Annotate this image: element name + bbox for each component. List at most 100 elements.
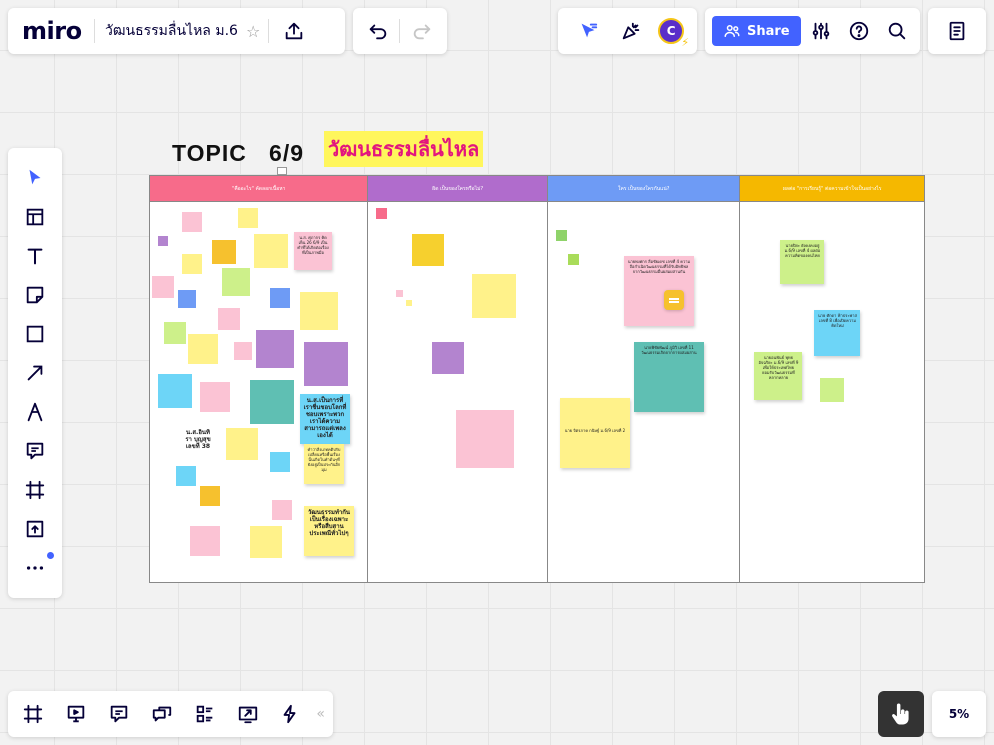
sticky-note[interactable] — [190, 526, 220, 556]
select-icon[interactable] — [18, 161, 52, 195]
sticky-note[interactable]: นายอนพันธ์ พุทธอัจฉริยะ ม.6/9 เลขที่ 9 เ… — [754, 352, 803, 400]
search-icon[interactable] — [880, 14, 914, 48]
frame-icon[interactable] — [18, 473, 52, 507]
text-icon[interactable] — [18, 239, 52, 273]
sticky-note[interactable] — [238, 208, 258, 228]
sticky-note[interactable] — [472, 274, 517, 318]
sticky-note[interactable] — [158, 236, 168, 246]
sticky-note[interactable] — [200, 382, 230, 412]
column-3: ใคร เป็นของใครกันแน่? นายพงศกร ลือชัยเดช… — [547, 176, 741, 582]
undo-icon[interactable] — [361, 14, 395, 48]
collapse-icon[interactable]: « — [316, 706, 325, 722]
sticky-note[interactable] — [222, 268, 250, 296]
topic-title[interactable]: TOPIC 6/9 — [172, 140, 304, 167]
templates-icon[interactable] — [18, 200, 52, 234]
sticky-note[interactable]: คำว่าสิ่งเภทคติปรับเปลี่ยนหรือพื้นเรื่อง… — [304, 444, 344, 484]
board-header-panel: miro วัฒนธรรมลื่นไหล ม.6 ☆ — [8, 8, 345, 54]
sticky-note[interactable]: นายพิชัยพัฒน์ ภูมิวิ เลขที่ 11 วัฒนธรรมเ… — [633, 342, 704, 412]
sticky-note[interactable] — [270, 452, 290, 472]
miro-logo[interactable]: miro — [22, 17, 94, 45]
column-2: ผิด เป็นของใครหรือไม่? — [368, 176, 548, 582]
sticky-note[interactable] — [234, 342, 252, 360]
cards-icon[interactable] — [188, 697, 222, 731]
column-header[interactable]: ใคร เป็นของใครกันแน่? — [547, 176, 740, 202]
user-avatar[interactable]: C ⚡ — [658, 18, 689, 49]
arrow-icon[interactable] — [18, 356, 52, 390]
sticky-note[interactable] — [432, 342, 465, 374]
notification-dot — [47, 552, 54, 559]
sticky-note[interactable] — [152, 276, 174, 298]
topic-number: 6/9 — [269, 140, 305, 166]
upload-icon[interactable] — [18, 512, 52, 546]
sticky-note[interactable] — [456, 410, 515, 468]
sticky-note[interactable] — [218, 308, 240, 330]
sticky-note[interactable] — [182, 212, 202, 232]
celebrate-icon[interactable] — [614, 14, 648, 48]
comment-icon[interactable] — [663, 290, 684, 310]
sticky-note[interactable] — [567, 254, 579, 265]
sticky-note[interactable] — [412, 234, 445, 266]
present-hand-button[interactable] — [878, 691, 924, 737]
comment-icon[interactable] — [18, 434, 52, 468]
column-header[interactable]: ผลต่อ "การเรียนรู้" ต่อความเข้าใจเป็นอย่… — [740, 176, 924, 202]
sticky-note[interactable] — [212, 240, 236, 264]
sticky-note-icon[interactable] — [18, 278, 52, 312]
sticky-note[interactable] — [188, 334, 218, 364]
sticky-note[interactable] — [272, 500, 292, 520]
sticky-note[interactable] — [820, 378, 845, 402]
sticky-note[interactable]: วัฒนธรรมทำกันเป็นเรื่องเฉพาะหรือสืบสานปร… — [304, 506, 354, 556]
sticky-note[interactable] — [270, 288, 290, 308]
pen-icon[interactable] — [18, 395, 52, 429]
topic-subject[interactable]: วัฒนธรรมลื่นไหล — [324, 131, 484, 167]
sticky-note[interactable] — [406, 300, 413, 306]
settings-sliders-icon[interactable] — [804, 14, 838, 48]
zoom-control[interactable]: 5% — [932, 691, 986, 737]
sticky-note[interactable] — [182, 254, 202, 274]
sticky-note[interactable]: นายพงศกร ลือชัยเดช เลขที่ 4 ความถือกำเนิ… — [623, 256, 694, 326]
redo-icon[interactable] — [405, 14, 439, 48]
sticky-note[interactable]: นาย จิตรภาค กนิษฐ์ ม.6/9 เลขที่ 2 — [559, 398, 630, 468]
sticky-note[interactable] — [178, 290, 196, 308]
frame-handle[interactable] — [277, 167, 287, 175]
sticky-note[interactable] — [250, 380, 294, 424]
sticky-note[interactable] — [176, 466, 196, 486]
sticky-note[interactable]: นายปิยะ ยังคงคงอยู่ ม.6/9 เลขที่ 4 ผลต่อ… — [780, 240, 825, 284]
sticky-note[interactable] — [555, 230, 567, 241]
sticky-note[interactable] — [256, 330, 294, 368]
divider — [268, 19, 270, 43]
sticky-note[interactable]: น.ส. ศุภากร คิดเห็น 26 6/9 เป็นคำที่ได้เ… — [294, 232, 332, 270]
sticky-note[interactable]: น.ส.เป็นการที่เราชื่นชอบโลกที่ชอบเพราะพว… — [300, 394, 350, 444]
notes-icon[interactable] — [940, 14, 974, 48]
column-header[interactable]: ผิด เป็นของใครหรือไม่? — [368, 176, 547, 202]
frames-icon[interactable] — [16, 697, 50, 731]
board-table[interactable]: "คืออะไร" คัดลอกเนื้อหา น.ส. ศุภากร คิดเ… — [149, 175, 925, 583]
sticky-note[interactable]: นาย ศักดา ฟ้าประพาส เลขที่ 8 เพื่อเปิดคว… — [814, 310, 861, 356]
upload-icon[interactable] — [277, 14, 311, 48]
star-icon[interactable]: ☆ — [246, 22, 260, 41]
sticky-note[interactable] — [300, 292, 338, 330]
shape-icon[interactable] — [18, 317, 52, 351]
sticky-note[interactable] — [254, 234, 288, 268]
sticky-note[interactable] — [376, 208, 388, 219]
creation-toolbar — [8, 148, 62, 598]
sticky-note[interactable] — [226, 428, 258, 460]
lightning-icon[interactable] — [273, 697, 307, 731]
sticky-note[interactable] — [250, 526, 282, 558]
screen-share-icon[interactable] — [231, 697, 265, 731]
sticky-note[interactable] — [200, 486, 220, 506]
sticky-note[interactable] — [164, 322, 186, 344]
comments-icon[interactable] — [102, 697, 136, 731]
board-title[interactable]: วัฒนธรรมลื่นไหล ม.6 — [105, 20, 238, 42]
sticky-note[interactable]: น.ส.อินทิรา บุญสุข เลขที่ 38 — [180, 426, 216, 460]
avatar-initial: C — [666, 24, 676, 38]
sticky-note[interactable] — [304, 342, 348, 386]
chat-icon[interactable] — [145, 697, 179, 731]
cursor-filter-icon[interactable] — [571, 14, 605, 48]
sticky-note[interactable] — [158, 374, 192, 408]
help-icon[interactable] — [842, 14, 876, 48]
share-button[interactable]: Share — [712, 16, 801, 46]
zoom-level: 5% — [948, 707, 970, 721]
column-header[interactable]: "คืออะไร" คัดลอกเนื้อหา — [150, 176, 368, 202]
presentation-icon[interactable] — [59, 697, 93, 731]
sticky-note[interactable] — [396, 290, 404, 297]
